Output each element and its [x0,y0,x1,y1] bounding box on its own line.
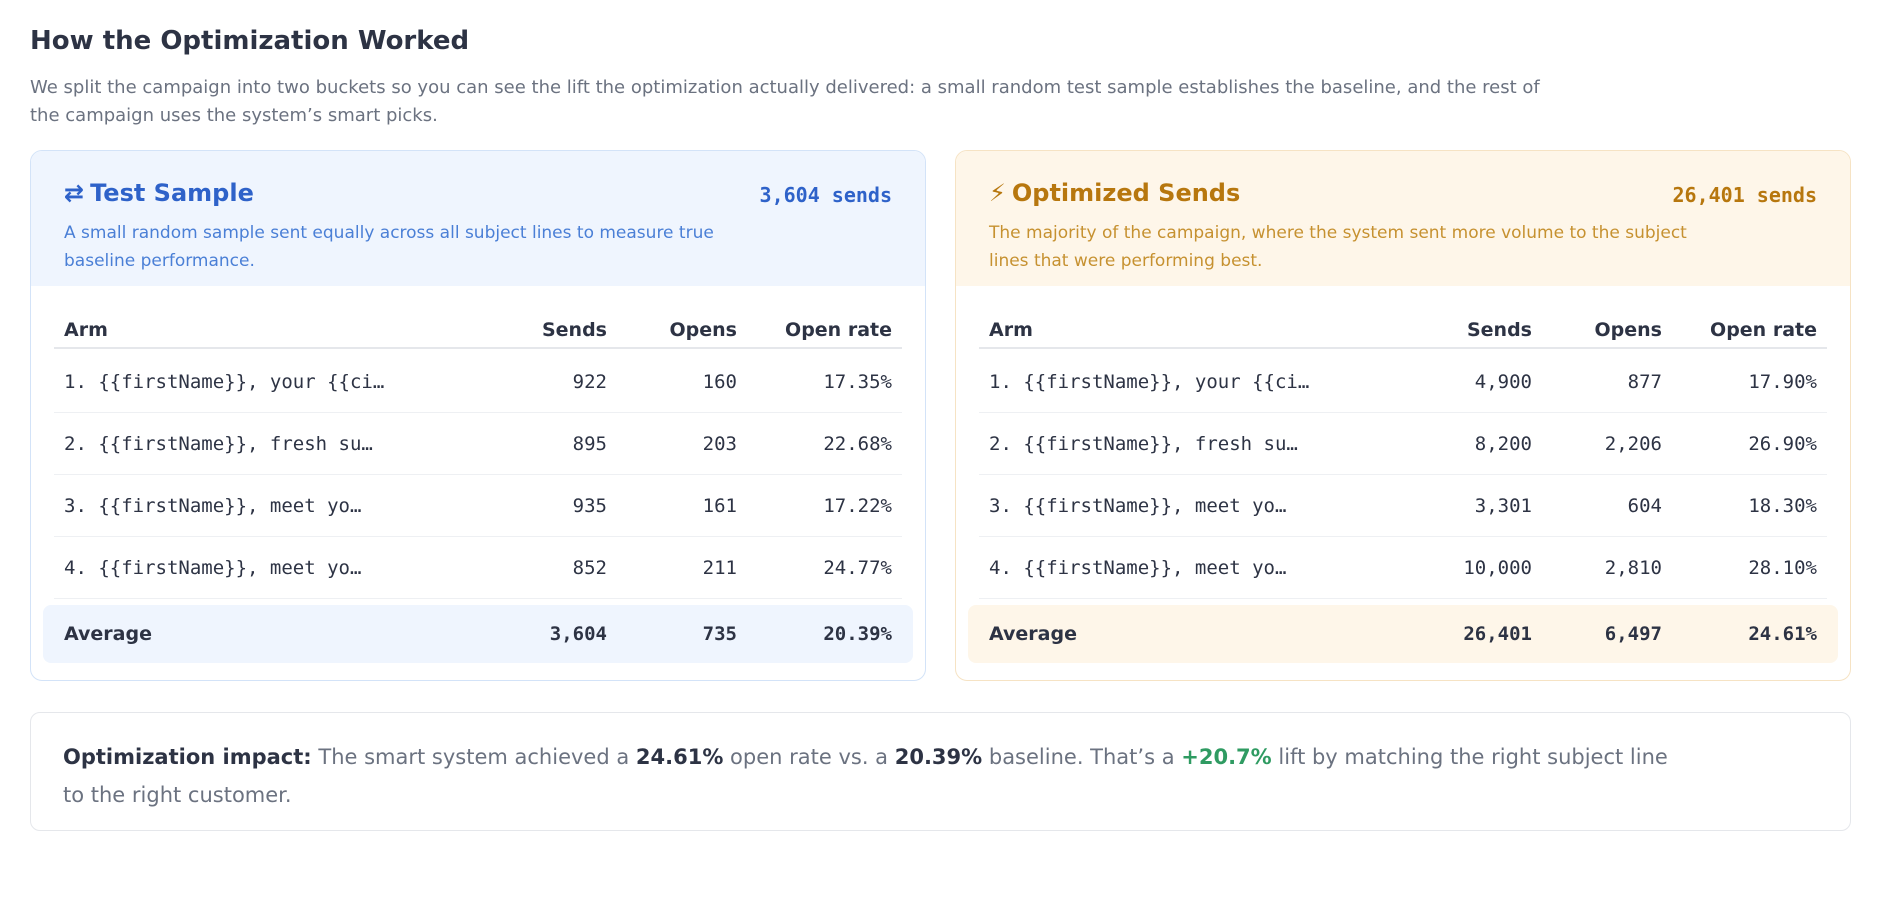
test-sample-panel: ⇄ Test Sample 3,604 sends A small random … [30,150,926,681]
average-opens: 6,497 [1604,623,1662,645]
optimized-sends-title: ⚡ Optimized Sends [989,179,1240,207]
average-opens: 735 [702,623,737,645]
opens-value: 877 [1627,371,1662,393]
sends-value: 895 [572,433,607,455]
opens-value: 2,810 [1604,557,1662,579]
test-table-header: Arm Sends Opens Open rate [54,311,902,349]
opens-value: 2,206 [1604,433,1662,455]
impact-label: Optimization impact: [63,745,312,769]
sends-value: 852 [572,557,607,579]
baseline-rate-value: 20.39% [894,745,983,769]
lightning-icon: ⚡ [989,179,1006,207]
opens-value: 203 [702,433,737,455]
test-sample-title-text: Test Sample [90,179,254,207]
test-sample-sends-count: 3,604 sends [759,183,892,207]
table-row: 3. {{firstName}}, meet yo… 935 161 17.22… [54,475,902,537]
swap-arrows-icon: ⇄ [64,179,85,207]
open-rate-value: 17.35% [823,371,892,393]
open-rate-value: 17.90% [1748,371,1817,393]
column-header-sends: Sends [1466,319,1532,341]
table-row: 1. {{firstName}}, your {{ci… 4,900 877 1… [979,351,1827,413]
optimized-sends-title-text: Optimized Sends [1011,179,1241,207]
open-rate-value: 22.68% [823,433,892,455]
arm-name: 2. {{firstName}}, fresh su… [989,433,1298,455]
average-row: Average 3,604 735 20.39% [43,605,913,663]
sends-value: 922 [572,371,607,393]
opens-value: 160 [702,371,737,393]
open-rate-value: 24.77% [823,557,892,579]
average-sends: 26,401 [1463,623,1532,645]
arm-name: 4. {{firstName}}, meet yo… [64,557,362,579]
open-rate-value: 18.30% [1748,495,1817,517]
arm-name: 3. {{firstName}}, meet yo… [64,495,362,517]
optimized-sends-count: 26,401 sends [1672,183,1818,207]
column-header-arm: Arm [64,319,108,341]
test-sample-description: A small random sample sent equally acros… [64,223,714,271]
optimized-rate-value: 24.61% [635,745,724,769]
arm-name: 2. {{firstName}}, fresh su… [64,433,373,455]
optimization-impact-box: Optimization impact: The smart system ac… [30,712,1851,831]
table-row: 3. {{firstName}}, meet yo… 3,301 604 18.… [979,475,1827,537]
table-row: 1. {{firstName}}, your {{ci… 922 160 17.… [54,351,902,413]
column-header-opens: Opens [669,319,737,341]
optimized-sends-description: The majority of the campaign, where the … [989,223,1687,271]
sends-value: 4,900 [1474,371,1532,393]
arm-name: 3. {{firstName}}, meet yo… [989,495,1287,517]
column-header-sends: Sends [541,319,607,341]
page-intro: We split the campaign into two buckets s… [30,77,1540,126]
open-rate-value: 28.10% [1748,557,1817,579]
optimization-impact-text: Optimization impact: The smart system ac… [63,738,1683,814]
opens-value: 604 [1627,495,1662,517]
arm-name: 1. {{firstName}}, your {{ci… [64,371,385,393]
open-rate-value: 26.90% [1748,433,1817,455]
table-row: 4. {{firstName}}, meet yo… 852 211 24.77… [54,537,902,599]
open-rate-value: 17.22% [823,495,892,517]
test-sample-header: ⇄ Test Sample 3,604 sends A small random … [31,151,925,286]
table-row: 2. {{firstName}}, fresh su… 895 203 22.6… [54,413,902,475]
sends-value: 10,000 [1463,557,1532,579]
sends-value: 935 [572,495,607,517]
column-header-opens: Opens [1594,319,1662,341]
optimized-sends-panel: ⚡ Optimized Sends 26,401 sends The majori… [955,150,1851,681]
page-title: How the Optimization Worked [30,26,470,56]
optimized-sends-header: ⚡ Optimized Sends 26,401 sends The majori… [956,151,1850,286]
impact-text-part: open rate vs. a [723,745,895,769]
opens-value: 161 [702,495,737,517]
sends-value: 8,200 [1474,433,1532,455]
column-header-open-rate: Open rate [1710,319,1817,341]
impact-text-part: baseline. That’s a [982,745,1182,769]
optimized-table-header: Arm Sends Opens Open rate [979,311,1827,349]
average-open-rate: 24.61% [1748,623,1817,645]
test-sample-title: ⇄ Test Sample [64,179,254,207]
average-label: Average [64,623,152,645]
average-sends: 3,604 [549,623,607,645]
average-row: Average 26,401 6,497 24.61% [968,605,1838,663]
average-open-rate: 20.39% [823,623,892,645]
table-row: 2. {{firstName}}, fresh su… 8,200 2,206 … [979,413,1827,475]
arm-name: 4. {{firstName}}, meet yo… [989,557,1287,579]
column-header-arm: Arm [989,319,1033,341]
opens-value: 211 [702,557,737,579]
table-row: 4. {{firstName}}, meet yo… 10,000 2,810 … [979,537,1827,599]
sends-value: 3,301 [1474,495,1532,517]
arm-name: 1. {{firstName}}, your {{ci… [989,371,1310,393]
lift-value: +20.7% [1181,745,1272,769]
column-header-open-rate: Open rate [785,319,892,341]
impact-text-part: The smart system achieved a [311,745,636,769]
average-label: Average [989,623,1077,645]
